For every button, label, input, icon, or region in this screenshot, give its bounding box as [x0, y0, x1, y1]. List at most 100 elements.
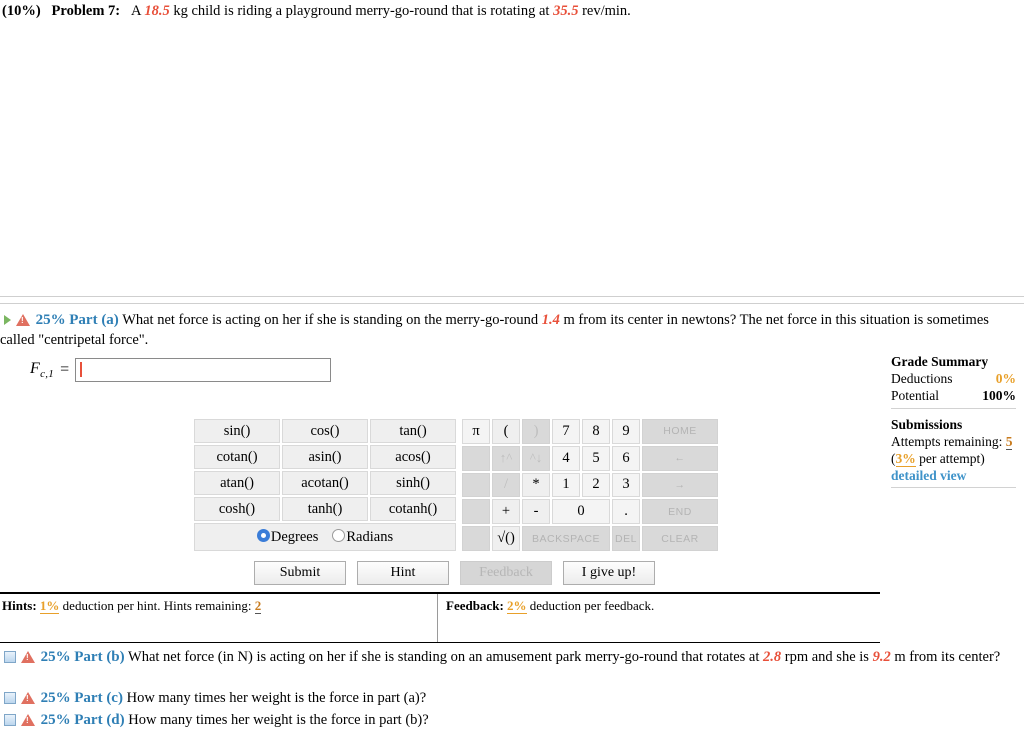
key-plus[interactable]: +	[492, 499, 520, 525]
detailed-view-link[interactable]: detailed view	[891, 467, 1016, 484]
hints-section: Hints: 1% deduction per hint. Hints rema…	[0, 594, 437, 642]
part-b-text-3: m from its center?	[890, 649, 1001, 665]
key-5[interactable]: 5	[582, 445, 610, 471]
feedback-label: Feedback:	[446, 598, 504, 613]
key-multiply[interactable]: *	[522, 472, 550, 498]
key-cos[interactable]: cos()	[282, 419, 368, 443]
part-c-label[interactable]: Part (c)	[74, 690, 123, 706]
grade-summary-panel: Grade Summary Deductions 0% Potential 10…	[891, 353, 1016, 495]
key-cotanh[interactable]: cotanh()	[370, 497, 456, 521]
part-c-row[interactable]: 25% Part (c) How many times her weight i…	[0, 689, 1024, 709]
degrees-radio[interactable]	[256, 528, 270, 542]
key-8[interactable]: 8	[582, 419, 610, 444]
answer-symbol: F	[30, 359, 41, 377]
key-acos[interactable]: acos()	[370, 445, 456, 469]
potential-value: 100%	[982, 388, 1016, 403]
part-c-text: How many times her weight is the force i…	[126, 690, 427, 706]
problem-text-3: rev/min.	[578, 3, 631, 19]
key-paren-open[interactable]: (	[492, 419, 520, 444]
grade-summary-divider	[891, 408, 1016, 409]
feedback-text: deduction per feedback.	[526, 598, 655, 613]
key-clear: CLEAR	[642, 526, 718, 551]
key-tanh[interactable]: tanh()	[282, 497, 368, 521]
key-backspace: BACKSPACE	[522, 526, 610, 551]
attempts-value: 5	[1005, 434, 1013, 450]
warning-icon-d	[21, 714, 35, 727]
part-d-row[interactable]: 25% Part (d) How many times her weight i…	[0, 711, 1024, 730]
key-9[interactable]: 9	[612, 419, 640, 444]
key-acotan[interactable]: acotan()	[282, 471, 368, 495]
part-a-radius-value: 1.4	[541, 312, 560, 328]
detailed-view-label[interactable]: detailed view	[891, 468, 966, 483]
key-sqrt[interactable]: √()	[492, 526, 520, 551]
part-b-rpm-value: 2.8	[763, 649, 782, 665]
degrees-label[interactable]: Degrees	[271, 529, 319, 545]
hints-remaining-value: 2	[254, 598, 262, 614]
key-blank-3	[462, 499, 490, 525]
key-6[interactable]: 6	[612, 445, 640, 471]
part-b-text-1: What net force (in N) is acting on her i…	[128, 649, 764, 665]
submit-button[interactable]: Submit	[254, 561, 346, 585]
key-atan[interactable]: atan()	[194, 471, 280, 495]
collapse-square-icon-c[interactable]	[4, 691, 16, 704]
grade-summary-divider-2	[891, 487, 1016, 488]
potential-label: Potential	[891, 388, 939, 403]
radians-radio[interactable]	[332, 528, 346, 542]
answer-input[interactable]	[75, 358, 332, 382]
key-cotan[interactable]: cotan()	[194, 445, 280, 469]
math-keypad[interactable]: sin() cos() tan() cotan() asin() acos() …	[192, 417, 720, 553]
part-a-label[interactable]: Part (a)	[69, 312, 119, 328]
warning-icon	[16, 314, 30, 327]
action-button-row[interactable]: Submit Hint Feedback I give up!	[254, 561, 655, 585]
key-asin[interactable]: asin()	[282, 445, 368, 469]
key-2[interactable]: 2	[582, 472, 610, 498]
key-pi[interactable]: π	[462, 419, 490, 444]
grade-summary-title: Grade Summary	[891, 354, 989, 369]
expand-triangle-icon[interactable]	[4, 314, 11, 325]
part-d-label[interactable]: Part (d)	[74, 712, 124, 728]
key-decimal-point[interactable]: .	[612, 499, 640, 525]
collapse-square-icon-b[interactable]	[4, 650, 16, 663]
key-tan[interactable]: tan()	[370, 419, 456, 443]
numeric-keypad[interactable]: π ( ) 7 8 9 HOME ↑^ ^↓ 4 5 6 ← / * 1 2 3…	[460, 417, 720, 553]
part-a-row[interactable]: 25% Part (a) What net force is acting on…	[0, 311, 1024, 350]
feedback-button: Feedback	[460, 561, 552, 585]
key-sinh[interactable]: sinh()	[370, 471, 456, 495]
key-power-down: ^↓	[522, 445, 550, 471]
deductions-row: Deductions 0%	[891, 370, 1016, 387]
key-power-up: ↑^	[492, 445, 520, 471]
feedback-deduction-percent: 2%	[507, 598, 527, 614]
part-b-label[interactable]: Part (b)	[74, 649, 124, 665]
warning-icon-c	[21, 692, 35, 705]
key-arrow-right: →	[642, 472, 718, 498]
key-sin[interactable]: sin()	[194, 419, 280, 443]
key-blank-4	[462, 526, 490, 551]
part-c-percent: 25%	[40, 690, 71, 706]
answer-row: Fc,1 =	[0, 358, 332, 382]
collapse-square-icon-d[interactable]	[4, 713, 16, 726]
key-4[interactable]: 4	[552, 445, 580, 471]
key-3[interactable]: 3	[612, 472, 640, 498]
key-1[interactable]: 1	[552, 472, 580, 498]
problem-mass-value: 18.5	[144, 3, 170, 19]
key-0[interactable]: 0	[552, 499, 610, 525]
per-attempt-rest: per attempt)	[915, 451, 985, 466]
angle-mode-row[interactable]: Degrees Radians	[194, 523, 456, 551]
key-paren-close: )	[522, 419, 550, 444]
divider-top-2	[0, 303, 1024, 304]
problem-header: (10%) Problem 7: A 18.5 kg child is ridi…	[2, 2, 1020, 20]
answer-symbol-label: Fc,1	[30, 360, 54, 380]
hint-button[interactable]: Hint	[357, 561, 449, 585]
problem-page: (10%) Problem 7: A 18.5 kg child is ridi…	[0, 0, 1024, 730]
part-b-row[interactable]: 25% Part (b) What net force (in N) is ac…	[0, 648, 1024, 668]
problem-rpm-value: 35.5	[553, 3, 579, 19]
radians-label[interactable]: Radians	[346, 529, 393, 545]
function-keypad[interactable]: sin() cos() tan() cotan() asin() acos() …	[192, 417, 458, 553]
give-up-button[interactable]: I give up!	[563, 561, 655, 585]
key-minus[interactable]: -	[522, 499, 550, 525]
divider-top	[0, 296, 1024, 297]
problem-weight: (10%)	[2, 3, 41, 19]
warning-icon-b	[21, 651, 35, 664]
key-7[interactable]: 7	[552, 419, 580, 444]
key-cosh[interactable]: cosh()	[194, 497, 280, 521]
